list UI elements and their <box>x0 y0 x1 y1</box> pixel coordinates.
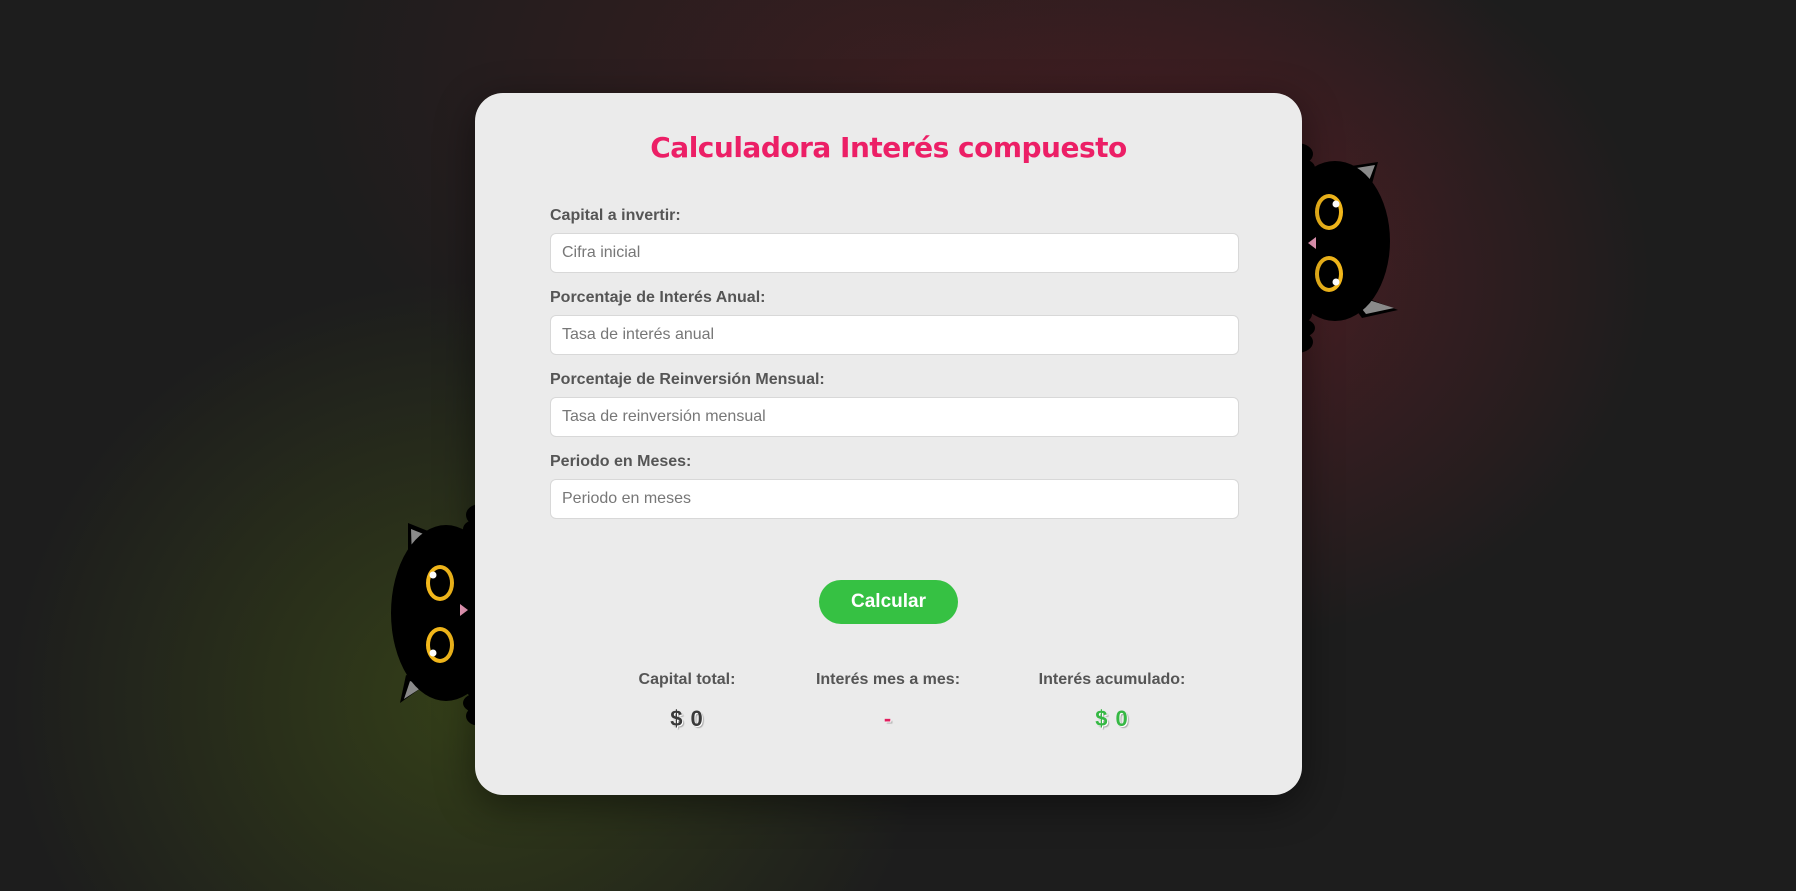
annual-interest-input[interactable] <box>550 315 1239 355</box>
capital-field: Capital a invertir: <box>550 207 1239 273</box>
period-months-field: Periodo en Meses: <box>550 453 1239 519</box>
monthly-interest-value: - <box>883 706 893 731</box>
page-title: Calculadora Interés compuesto <box>650 131 1127 164</box>
period-months-label: Periodo en Meses: <box>550 453 692 470</box>
calculator-card: Calculadora Interés compuesto Capital a … <box>475 93 1302 795</box>
capital-label: Capital a invertir: <box>550 207 681 224</box>
monthly-interest-label: Interés mes a mes: <box>815 671 961 688</box>
accumulated-interest-result: Interés acumulado: $ 0 <box>1002 671 1222 732</box>
accumulated-interest-value: $ 0 <box>1095 706 1129 731</box>
capital-total-result: Capital total: $ 0 <box>577 671 797 732</box>
monthly-reinvestment-label: Porcentaje de Reinversión Mensual: <box>550 371 825 388</box>
calculator-form: Capital a invertir: Porcentaje de Interé… <box>550 207 1239 535</box>
monthly-reinvestment-field: Porcentaje de Reinversión Mensual: <box>550 371 1239 437</box>
calculate-button[interactable]: Calcular <box>819 580 958 624</box>
accumulated-interest-label: Interés acumulado: <box>1038 671 1186 688</box>
monthly-reinvestment-input[interactable] <box>550 397 1239 437</box>
monthly-interest-result: Interés mes a mes: - <box>778 671 998 732</box>
capital-input[interactable] <box>550 233 1239 273</box>
capital-total-value: $ 0 <box>670 706 704 731</box>
annual-interest-label: Porcentaje de Interés Anual: <box>550 289 766 306</box>
period-months-input[interactable] <box>550 479 1239 519</box>
capital-total-label: Capital total: <box>638 671 736 688</box>
annual-interest-field: Porcentaje de Interés Anual: <box>550 289 1239 355</box>
